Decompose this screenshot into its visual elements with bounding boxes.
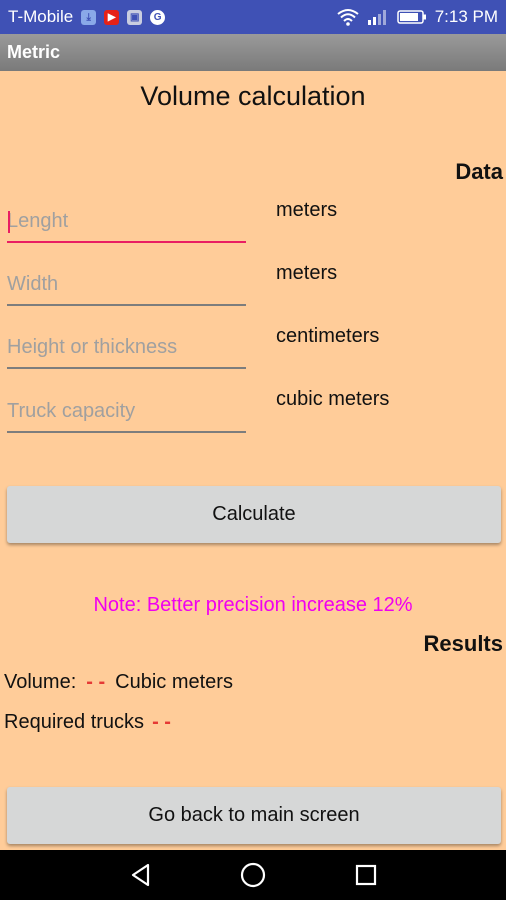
height-input[interactable] <box>7 327 246 367</box>
clock: 7:13 PM <box>434 7 498 26</box>
volume-value: - - <box>86 671 106 693</box>
length-field[interactable] <box>7 201 246 243</box>
back-nav-button[interactable] <box>111 850 171 900</box>
google-icon: G <box>150 9 166 25</box>
results-section-label: Results <box>423 631 503 656</box>
calculate-button[interactable]: Calculate <box>7 486 501 543</box>
width-unit: meters <box>276 262 338 284</box>
home-nav-button[interactable] <box>223 850 283 900</box>
height-unit: centimeters <box>276 325 380 347</box>
page-title: Volume calculation <box>140 81 366 111</box>
volume-unit: Cubic meters <box>115 671 233 693</box>
home-circle-icon <box>240 862 266 888</box>
app-title: Metric <box>7 42 61 62</box>
truck-capacity-input[interactable] <box>7 391 246 431</box>
wifi-icon <box>337 9 359 26</box>
back-triangle-icon <box>131 863 150 887</box>
back-to-main-button[interactable]: Go back to main screen <box>7 787 501 844</box>
battery-icon <box>396 10 426 24</box>
signal-icon <box>367 10 386 25</box>
youtube-icon: ▶ <box>104 9 120 25</box>
volume-label: Volume: <box>4 671 77 693</box>
truck-capacity-field[interactable] <box>7 391 246 433</box>
download-notification-icon: ⤓ <box>81 9 97 25</box>
data-section-label: Data <box>455 159 503 184</box>
carrier-name: T-Mobile <box>8 7 74 26</box>
length-input[interactable] <box>7 201 246 241</box>
width-input[interactable] <box>7 264 246 304</box>
recents-nav-button[interactable] <box>336 850 396 900</box>
image-icon: ▣ <box>127 9 143 25</box>
status-bar: T-Mobile ⤓ ▶ ▣ G 7:13 PM <box>0 0 506 34</box>
width-field[interactable] <box>7 264 246 306</box>
text-cursor <box>8 211 10 233</box>
precision-note: Note: Better precision increase 12% <box>93 594 413 616</box>
navigation-bar <box>0 850 506 900</box>
main-content: Volume calculation Data meters meters ce… <box>0 71 506 850</box>
app-bar: Metric <box>0 34 506 71</box>
volume-result-row: Volume: - - Cubic meters <box>4 671 233 694</box>
recents-square-icon <box>355 864 377 886</box>
trucks-label: Required trucks <box>4 711 145 733</box>
length-unit: meters <box>276 199 338 221</box>
trucks-value: - - <box>152 711 171 733</box>
truck-capacity-unit: cubic meters <box>276 388 390 410</box>
trucks-result-row: Required trucks - - <box>4 711 181 734</box>
height-field[interactable] <box>7 327 246 369</box>
